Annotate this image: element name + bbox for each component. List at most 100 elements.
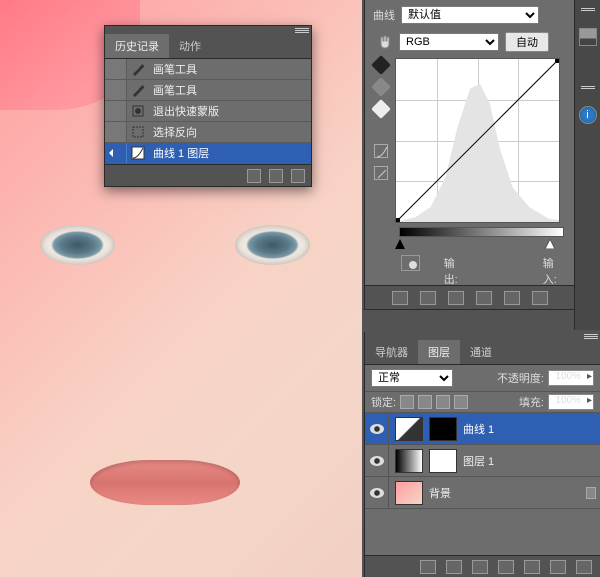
opacity-input[interactable]: 100%	[548, 370, 594, 386]
layer-row[interactable]: 图层 1	[365, 445, 600, 477]
eyedropper-gray-icon[interactable]	[371, 77, 391, 97]
layer-row[interactable]: 曲线 1	[365, 413, 600, 445]
tab-history[interactable]: 历史记录	[105, 34, 169, 58]
tab-channels[interactable]: 通道	[460, 340, 502, 364]
history-state-marker[interactable]	[105, 59, 127, 79]
histogram-dock-icon[interactable]	[579, 28, 597, 46]
white-point-slider[interactable]	[545, 239, 555, 249]
history-list: 画笔工具 画笔工具 退出快速蒙版 选择反向	[105, 59, 311, 164]
layer-style-icon[interactable]	[446, 560, 462, 574]
layer-name[interactable]: 图层 1	[457, 453, 600, 469]
layer-thumb[interactable]	[395, 481, 423, 505]
tab-navigator[interactable]: 导航器	[365, 340, 418, 364]
info-dock-icon[interactable]: i	[579, 106, 597, 124]
black-point-slider[interactable]	[395, 239, 405, 249]
visibility-icon[interactable]	[448, 291, 464, 305]
link-layers-icon[interactable]	[420, 560, 436, 574]
history-item[interactable]: 退出快速蒙版	[105, 101, 311, 122]
trash-icon[interactable]	[532, 291, 548, 305]
history-item[interactable]: 选择反向	[105, 122, 311, 143]
histogram	[396, 59, 559, 222]
history-item-label: 曲线 1 图层	[149, 145, 311, 161]
layer-mask-icon[interactable]	[472, 560, 488, 574]
reset-icon[interactable]	[504, 291, 520, 305]
layer-name[interactable]: 背景	[423, 485, 586, 501]
hand-tool-icon[interactable]	[377, 34, 393, 50]
lock-pixels-icon[interactable]	[418, 395, 432, 409]
dock-menu-icon[interactable]	[581, 86, 595, 96]
layer-visibility-toggle[interactable]	[365, 413, 389, 444]
trash-icon[interactable]	[291, 169, 305, 183]
lock-all-icon[interactable]	[454, 395, 468, 409]
eyedropper-black-icon[interactable]	[371, 55, 391, 75]
curves-panel: 曲线 默认值 RGB 自动	[364, 0, 574, 310]
tab-actions[interactable]: 动作	[169, 34, 211, 58]
output-label: 输出:	[444, 255, 467, 287]
layer-visibility-toggle[interactable]	[365, 477, 389, 508]
layer-mask-thumb[interactable]	[429, 449, 457, 473]
history-state-marker[interactable]	[105, 80, 127, 100]
layer-visibility-toggle[interactable]	[365, 445, 389, 476]
lock-transparency-icon[interactable]	[400, 395, 414, 409]
fill-label: 填充:	[519, 394, 544, 410]
tab-layers[interactable]: 图层	[418, 340, 460, 364]
previous-state-icon[interactable]	[476, 291, 492, 305]
new-state-icon[interactable]	[269, 169, 283, 183]
panel-drag-bar[interactable]	[105, 26, 311, 34]
image-region	[40, 225, 115, 265]
layer-row[interactable]: 背景	[365, 477, 600, 509]
fill-input[interactable]: 100%	[548, 394, 594, 410]
input-label: 输入:	[543, 255, 566, 287]
history-item-label: 画笔工具	[149, 82, 311, 98]
layer-mask-thumb[interactable]	[429, 417, 457, 441]
history-item[interactable]: 画笔工具	[105, 80, 311, 101]
lock-position-icon[interactable]	[436, 395, 450, 409]
dock-menu-icon[interactable]	[581, 8, 595, 18]
history-state-marker[interactable]	[105, 143, 127, 163]
eye-icon	[370, 456, 384, 466]
group-icon[interactable]	[524, 560, 540, 574]
history-state-marker[interactable]	[105, 101, 127, 121]
layer-thumb[interactable]	[395, 449, 423, 473]
panel-drag-bar[interactable]	[365, 332, 600, 340]
clip-icon[interactable]	[420, 291, 436, 305]
auto-button[interactable]: 自动	[505, 32, 549, 52]
mask-toggle-icon[interactable]	[401, 255, 420, 271]
history-state-marker[interactable]	[105, 122, 127, 142]
history-tab-bar: 历史记录 动作	[105, 34, 311, 59]
layers-list: 曲线 1 图层 1 背景	[365, 413, 600, 509]
curves-graph[interactable]	[395, 58, 560, 223]
brush-icon	[127, 83, 149, 97]
snapshot-icon[interactable]	[247, 169, 261, 183]
curves-preset-select[interactable]: 默认值	[401, 6, 539, 24]
layers-panel: 导航器 图层 通道 正常 不透明度: 100% 锁定: 填充: 100% 曲线 …	[364, 332, 600, 577]
history-item[interactable]: 曲线 1 图层	[105, 143, 311, 164]
history-item-label: 画笔工具	[149, 61, 311, 77]
trash-icon[interactable]	[576, 560, 592, 574]
image-region	[90, 460, 240, 505]
eyedropper-white-icon[interactable]	[371, 99, 391, 119]
curves-tool-column	[373, 58, 389, 223]
lock-label: 锁定:	[371, 394, 396, 410]
history-item[interactable]: 画笔工具	[105, 59, 311, 80]
channel-select[interactable]: RGB	[399, 33, 499, 51]
history-item-label: 退出快速蒙版	[149, 103, 311, 119]
eye-icon	[370, 424, 384, 434]
adjustment-layer-thumb[interactable]	[395, 417, 423, 441]
gradient-strip	[399, 227, 564, 237]
layer-name[interactable]: 曲线 1	[457, 421, 600, 437]
opacity-label: 不透明度:	[497, 370, 544, 386]
new-layer-icon[interactable]	[550, 560, 566, 574]
layers-tab-bar: 导航器 图层 通道	[365, 340, 600, 365]
blend-mode-select[interactable]: 正常	[371, 369, 453, 387]
history-panel: 历史记录 动作 画笔工具 画笔工具 退出快速蒙版	[104, 25, 312, 187]
panel-menu-icon[interactable]	[584, 334, 598, 344]
panel-menu-icon[interactable]	[295, 28, 309, 38]
eye-icon	[370, 488, 384, 498]
adjustment-icon[interactable]	[392, 291, 408, 305]
selection-icon	[127, 125, 149, 139]
adjustment-layer-icon[interactable]	[498, 560, 514, 574]
curve-point-tool-icon[interactable]	[374, 144, 388, 158]
curve-pencil-tool-icon[interactable]	[374, 166, 388, 180]
side-dock: i	[574, 0, 600, 330]
